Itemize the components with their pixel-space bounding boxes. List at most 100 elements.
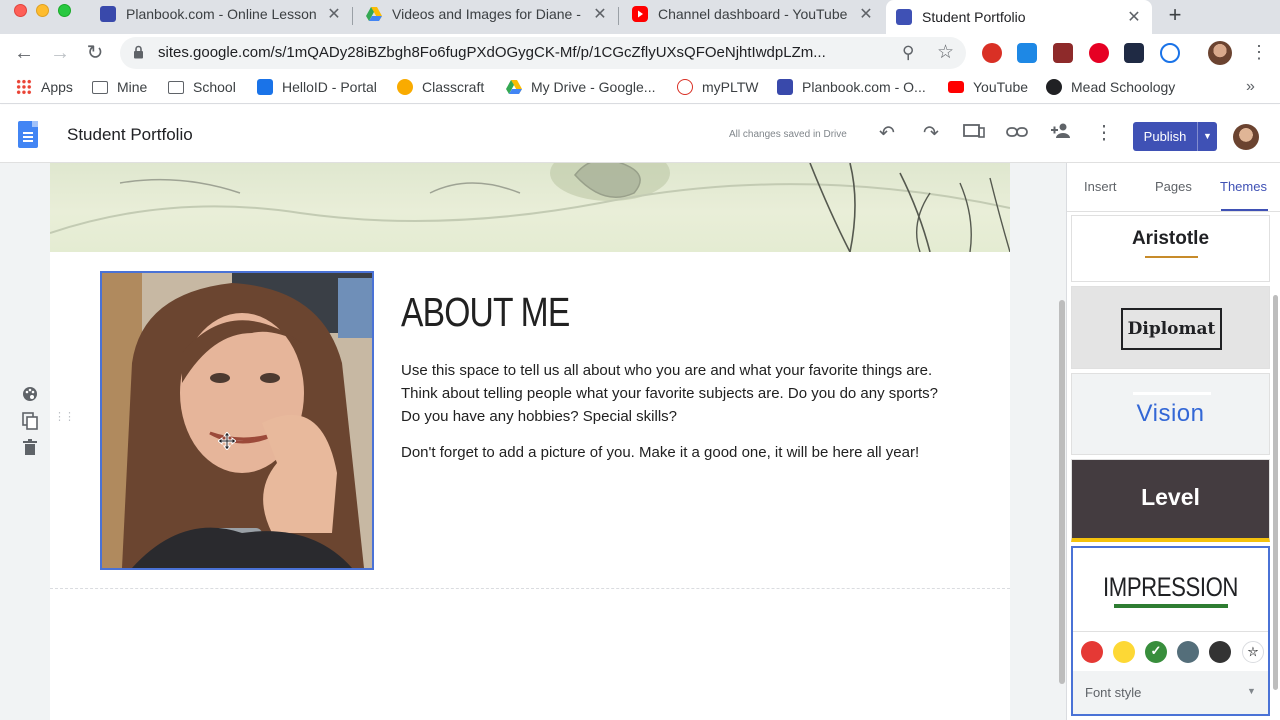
bookmark-apps[interactable]: Apps	[16, 79, 73, 95]
theme-level[interactable]: Level	[1071, 459, 1270, 542]
tab-insert[interactable]: Insert	[1084, 179, 1117, 194]
close-window-button[interactable]	[14, 4, 27, 17]
address-bar[interactable]: sites.google.com/s/1mQADy28iBZbgh8Fo6fug…	[120, 37, 966, 69]
browser-tab[interactable]: Channel dashboard - YouTube ✕	[622, 0, 884, 28]
bookmark-label: myPLTW	[702, 79, 759, 95]
browser-tab[interactable]: Videos and Images for Diane - ✕	[356, 0, 618, 28]
copy-link-icon[interactable]	[1005, 122, 1029, 146]
bookmark-label: My Drive - Google...	[531, 79, 656, 95]
extension-pencil-icon[interactable]	[1017, 43, 1037, 63]
color-swatch-green-selected[interactable]	[1145, 641, 1167, 663]
bookmark-planbook[interactable]: Planbook.com - O...	[777, 79, 926, 95]
theme-underline	[1145, 256, 1198, 258]
helloid-icon	[257, 79, 273, 95]
back-arrow-icon[interactable]: ←	[11, 40, 37, 66]
theme-vision[interactable]: Vision	[1071, 373, 1270, 455]
theme-aristotle[interactable]: Aristotle	[1071, 215, 1270, 282]
lock-icon	[134, 45, 143, 59]
tab-title: Videos and Images for Diane -	[392, 6, 581, 22]
maximize-window-button[interactable]	[58, 4, 71, 17]
site-title[interactable]: Student Portfolio	[67, 125, 193, 145]
bookmark-mine[interactable]: Mine	[92, 79, 147, 95]
theme-impression-selected[interactable]: IMPRESSION ⛦ Font style ▼	[1071, 546, 1270, 716]
reload-icon[interactable]: ↻	[82, 40, 108, 66]
browser-tab[interactable]: Planbook.com - Online Lesson ✕	[90, 0, 352, 28]
folder-icon	[92, 80, 108, 94]
color-swatch-black[interactable]	[1209, 641, 1231, 663]
chrome-profile-avatar[interactable]	[1208, 41, 1232, 65]
section-drag-handle-icon[interactable]: ⋮⋮	[54, 410, 75, 423]
theme-name: Vision	[1136, 400, 1205, 427]
publish-button[interactable]: Publish ▼	[1133, 122, 1217, 151]
chrome-menu-icon[interactable]: ⋮	[1250, 42, 1268, 63]
tab-themes[interactable]: Themes	[1220, 179, 1267, 194]
profile-photo[interactable]	[100, 271, 374, 570]
intro-paragraph[interactable]: Use this space to tell us all about who …	[401, 359, 961, 428]
close-tab-icon[interactable]: ✕	[326, 4, 342, 24]
planbook-icon	[100, 6, 116, 22]
undo-icon[interactable]: ↶	[875, 122, 899, 146]
font-style-label: Font style	[1085, 685, 1142, 700]
bookmark-youtube[interactable]: YouTube	[948, 79, 1028, 95]
pltw-atom-icon	[677, 79, 693, 95]
close-tab-icon[interactable]: ✕	[1126, 7, 1142, 27]
bookmark-my-drive[interactable]: My Drive - Google...	[506, 79, 655, 95]
color-swatch-red[interactable]	[1081, 641, 1103, 663]
bookmark-star-icon[interactable]: ☆	[937, 41, 954, 64]
extension-shield-icon[interactable]	[982, 43, 1002, 63]
color-swatch-yellow[interactable]	[1113, 641, 1135, 663]
font-style-dropdown[interactable]: Font style ▼	[1073, 671, 1268, 714]
theme-name: Diplomat	[1121, 308, 1222, 350]
google-sites-logo-icon[interactable]	[18, 121, 38, 148]
forward-arrow-icon[interactable]: →	[47, 40, 73, 66]
section-divider	[50, 588, 1010, 589]
canvas-scrollbar[interactable]	[1059, 300, 1065, 684]
theme-diplomat[interactable]: Diplomat	[1071, 286, 1270, 369]
duplicate-section-icon[interactable]	[20, 412, 40, 432]
panel-scrollbar[interactable]	[1273, 295, 1278, 690]
google-sites-icon	[896, 9, 912, 25]
extension-dark-icon[interactable]	[1124, 43, 1144, 63]
chevron-down-icon: ▼	[1247, 686, 1256, 696]
pinterest-icon[interactable]	[1089, 43, 1109, 63]
bookmark-label: YouTube	[973, 79, 1029, 95]
share-add-person-icon[interactable]	[1049, 122, 1073, 146]
new-tab-button[interactable]: +	[1164, 2, 1186, 28]
tab-title: Planbook.com - Online Lesson	[126, 6, 317, 22]
bookmark-helloid[interactable]: HelloID - Portal	[257, 79, 377, 95]
bookmark-label: Planbook.com - O...	[802, 79, 926, 95]
move-cursor-icon	[218, 432, 236, 450]
tab-pages[interactable]: Pages	[1155, 179, 1192, 194]
extension-circle-icon[interactable]	[1160, 43, 1180, 63]
bookmark-school[interactable]: School	[168, 79, 236, 95]
browser-toolbar: ← → ↻ sites.google.com/s/1mQADy28iBZbgh8…	[0, 34, 1280, 72]
google-drive-icon	[366, 6, 382, 22]
preview-devices-icon[interactable]	[962, 122, 986, 146]
url-text: sites.google.com/s/1mQADy28iBZbgh8Fo6fug…	[158, 44, 826, 61]
bookmark-label: Mine	[117, 79, 148, 95]
browser-tab-active[interactable]: Student Portfolio ✕	[886, 0, 1152, 34]
bookmark-label: School	[193, 79, 236, 95]
section-background-palette-icon[interactable]	[20, 386, 40, 406]
about-me-heading[interactable]: ABOUT ME	[401, 289, 570, 336]
bookmark-mypltw[interactable]: myPLTW	[677, 79, 759, 95]
extension-badge-icon[interactable]	[1053, 43, 1073, 63]
close-tab-icon[interactable]: ✕	[858, 4, 874, 24]
delete-section-icon[interactable]	[20, 439, 40, 459]
custom-color-fill-icon[interactable]: ⛦	[1242, 641, 1264, 663]
color-swatch-slate[interactable]	[1177, 641, 1199, 663]
theme-accent-bar	[1133, 392, 1211, 395]
zoom-icon[interactable]: ⚲	[902, 43, 914, 63]
bookmark-classcraft[interactable]: Classcraft	[397, 79, 484, 95]
schoology-icon	[1046, 79, 1062, 95]
minimize-window-button[interactable]	[36, 4, 49, 17]
more-options-icon[interactable]: ⋮	[1092, 122, 1116, 146]
bookmarks-overflow-icon[interactable]: »	[1246, 78, 1255, 96]
photo-reminder-paragraph[interactable]: Don't forget to add a picture of you. Ma…	[401, 441, 961, 464]
redo-icon[interactable]: ↷	[919, 122, 943, 146]
bookmark-mead-schoology[interactable]: Mead Schoology	[1046, 79, 1175, 95]
account-avatar[interactable]	[1233, 124, 1259, 150]
close-tab-icon[interactable]: ✕	[592, 4, 608, 24]
tab-separator	[352, 7, 353, 25]
publish-dropdown-icon[interactable]: ▼	[1197, 122, 1217, 151]
